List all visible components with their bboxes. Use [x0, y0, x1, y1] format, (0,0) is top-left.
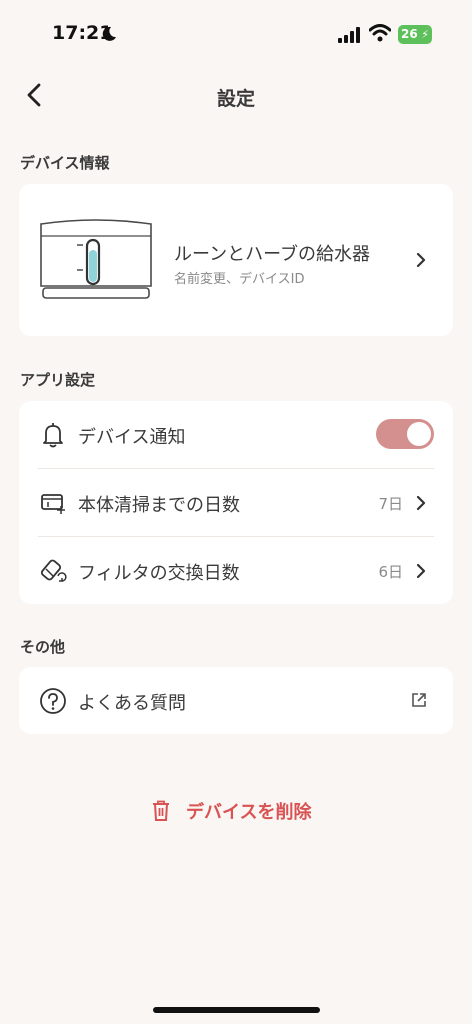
row-value: 6日 [378, 563, 403, 581]
faq-row[interactable]: よくある質問 [19, 667, 453, 734]
row-value: 7日 [378, 495, 403, 513]
moon-icon [102, 26, 116, 41]
water-dispenser-image [40, 219, 152, 299]
wifi-icon [369, 24, 391, 42]
chevron-right-icon [416, 563, 426, 579]
row-filter-days[interactable]: フィルタの交換日数 6日 [19, 537, 453, 605]
home-indicator [153, 1007, 320, 1013]
device-card[interactable]: ルーンとハーブの給水器 名前変更、デバイスID [19, 184, 453, 336]
filter-replace-icon [40, 559, 67, 582]
status-bar: 17:21 26 ⚡ [0, 0, 472, 70]
external-link-icon [412, 693, 426, 707]
section-title-device-info: デバイス情報 [20, 154, 110, 172]
chevron-right-icon [416, 495, 426, 511]
section-title-app-settings: アプリ設定 [20, 371, 96, 389]
section-title-other: その他 [20, 638, 66, 656]
chevron-right-icon [416, 252, 426, 268]
row-cleaning-days[interactable]: 本体清掃までの日数 7日 [19, 469, 453, 537]
device-name: ルーンとハーブの給水器 [174, 244, 371, 265]
row-label: フィルタの交換日数 [78, 563, 240, 584]
device-subtitle: 名前変更、デバイスID [174, 272, 305, 287]
page-title: 設定 [216, 88, 255, 110]
row-label: 本体清掃までの日数 [78, 495, 240, 516]
trash-icon [153, 800, 169, 821]
notification-toggle[interactable] [376, 419, 434, 449]
cellular-signal-icon [338, 27, 360, 43]
question-circle-icon [40, 688, 66, 714]
faq-label: よくある質問 [78, 693, 186, 714]
battery-level: 26 [401, 27, 418, 41]
row-label: デバイス通知 [78, 427, 186, 448]
row-device-notification: デバイス通知 [19, 401, 453, 469]
cleaning-icon [41, 494, 65, 514]
battery-indicator: 26 ⚡ [398, 25, 432, 44]
app-settings-card: デバイス通知 本体清掃までの日数 7日 フィルタの交換日数 6日 [19, 401, 453, 604]
charging-bolt-icon: ⚡ [421, 28, 429, 41]
delete-device-label: デバイスを削除 [186, 802, 312, 823]
toggle-knob [407, 422, 431, 446]
nav-header: 設定 [0, 70, 472, 126]
delete-device-button[interactable]: デバイスを削除 [0, 796, 472, 826]
bell-icon [43, 423, 63, 448]
